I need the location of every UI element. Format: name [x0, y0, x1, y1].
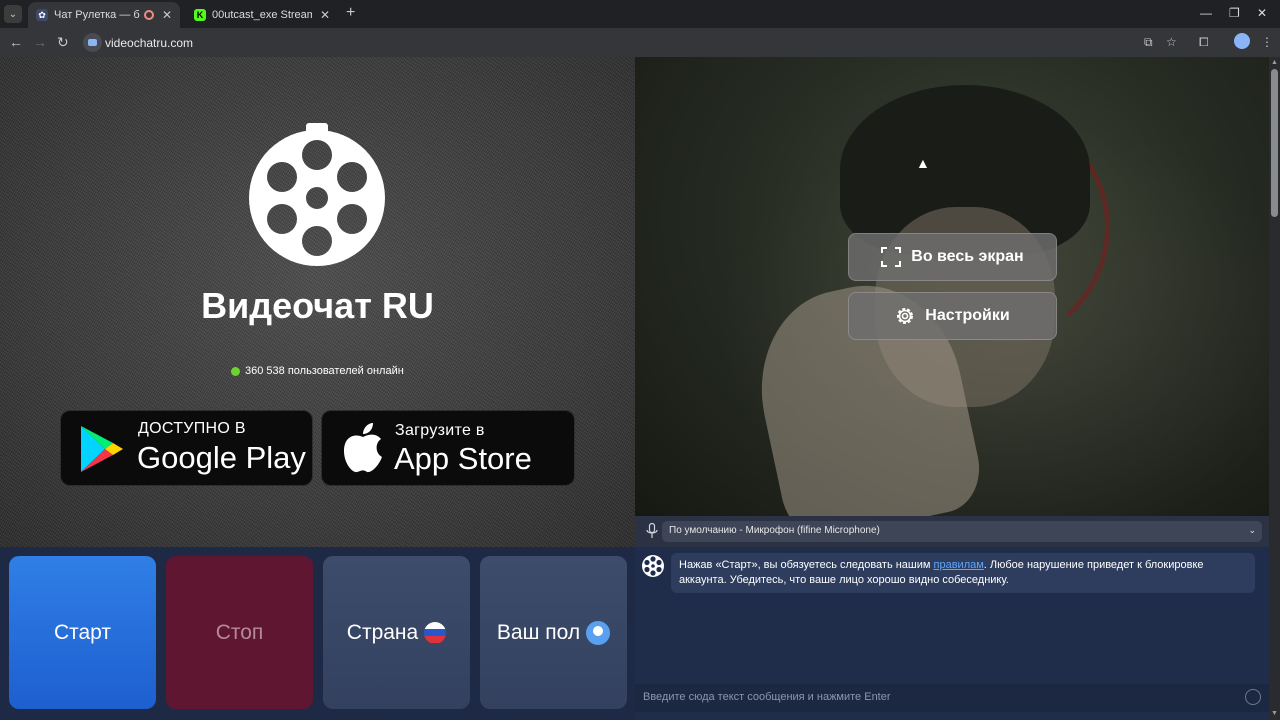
gear-icon	[897, 308, 914, 324]
install-app-icon[interactable]: ⧉	[1144, 35, 1153, 49]
recording-icon	[143, 10, 154, 20]
page-scrollbar[interactable]: ▲ ▼	[1269, 57, 1280, 720]
forward-icon[interactable]: →	[33, 34, 47, 50]
reload-icon[interactable]: ↻	[57, 34, 69, 50]
videochat-logo-icon	[249, 123, 385, 266]
rules-link[interactable]: правилам	[934, 559, 984, 571]
apple-icon	[344, 423, 382, 473]
message-text: Нажав «Старт», вы обязуетесь следовать н…	[679, 559, 934, 571]
profile-avatar[interactable]	[1234, 33, 1250, 49]
scroll-down-icon[interactable]: ▼	[1271, 710, 1278, 717]
gender-icon	[586, 620, 611, 645]
url-text: videochatru.com	[105, 36, 194, 50]
microphone-bar: По умолчанию - Микрофон (fifine Micropho…	[635, 516, 1269, 547]
chat-panel: Нажав «Старт», вы обязуетесь следовать н…	[635, 547, 1269, 720]
close-window-icon[interactable]: ✕	[1257, 6, 1267, 20]
scroll-up-icon[interactable]: ▲	[1271, 59, 1278, 66]
browser-toolbar: ← → ↻ videochatru.com ⧉ ☆ ⧠ ⋮	[0, 28, 1280, 57]
chat-input-placeholder: Введите сюда текст сообщения и нажмите E…	[643, 691, 891, 703]
google-play-main-text: Google Play	[137, 440, 306, 475]
address-bar[interactable]: videochatru.com	[80, 30, 1130, 55]
mouse-cursor-icon: ▲	[916, 155, 930, 171]
online-status-dot	[231, 366, 240, 376]
brand-title: Видеочат RU	[201, 285, 434, 326]
app-store-button[interactable]: Загрузите в App Store	[321, 410, 575, 486]
emoji-icon[interactable]	[1245, 689, 1261, 705]
fullscreen-button[interactable]: Во весь экран	[848, 233, 1057, 281]
tab-videochat[interactable]: ✿ Чат Рулетка — бесплатный ✕	[28, 2, 180, 28]
stop-button[interactable]: Стоп	[166, 556, 313, 709]
settings-button[interactable]: Настройки	[848, 292, 1057, 340]
russia-flag-icon	[424, 621, 447, 644]
kick-favicon-icon: K	[194, 9, 206, 21]
gender-label: Ваш пол	[496, 620, 581, 644]
google-play-top-text: ДОСТУПНО В	[138, 420, 246, 437]
settings-label: Настройки	[925, 307, 1010, 324]
page: Видеочат RU 360 538 пользователей онлайн…	[0, 57, 1280, 720]
close-tab-icon[interactable]: ✕	[162, 8, 172, 22]
chat-message-input[interactable]: Введите сюда текст сообщения и нажмите E…	[635, 684, 1269, 712]
online-count-text: 360 538 пользователей онлайн	[245, 365, 404, 377]
app-store-main-text: App Store	[394, 441, 532, 476]
gender-button[interactable]: Ваш пол	[480, 556, 627, 709]
microphone-select[interactable]: По умолчанию - Микрофон (fifine Micropho…	[662, 521, 1262, 542]
back-icon[interactable]: ←	[9, 34, 23, 50]
tab-title: Чат Рулетка — бесплатный	[54, 9, 140, 21]
partner-video-placeholder: Видеочат RU 360 538 пользователей онлайн…	[0, 57, 635, 547]
fullscreen-icon	[881, 247, 902, 267]
self-camera-view: ▲ Во весь экран Настройки	[635, 57, 1269, 516]
google-play-icon	[81, 426, 123, 472]
google-play-button[interactable]: ДОСТУПНО В Google Play	[60, 410, 313, 486]
start-button[interactable]: Старт	[9, 556, 156, 709]
restore-icon[interactable]: ❐	[1229, 6, 1240, 20]
microphone-selected-text: По умолчанию - Микрофон (fifine Micropho…	[669, 525, 880, 536]
scrollbar-thumb[interactable]	[1271, 69, 1278, 217]
start-label: Старт	[53, 620, 112, 644]
bookmark-star-icon[interactable]: ☆	[1166, 35, 1177, 49]
tab-strip: ⌄ ✿ Чат Рулетка — бесплатный ✕ K 00utcas…	[0, 0, 1280, 28]
videochat-favicon-icon: ✿	[36, 9, 48, 21]
videochat-logo-icon	[642, 555, 664, 577]
country-button[interactable]: Страна	[323, 556, 470, 709]
menu-kebab-icon[interactable]: ⋮	[1261, 35, 1273, 49]
tab-title: 00utcast_exe Stream - Watch Live	[212, 9, 312, 21]
country-label: Страна	[346, 620, 419, 644]
close-tab-icon[interactable]: ✕	[320, 8, 330, 22]
minimize-icon[interactable]: —	[1200, 6, 1212, 20]
new-tab-button[interactable]: +	[346, 5, 355, 21]
tab-search-icon[interactable]: ⌄	[4, 5, 22, 23]
fullscreen-label: Во весь экран	[911, 248, 1024, 265]
microphone-icon	[646, 523, 658, 538]
stop-label: Стоп	[215, 620, 264, 644]
site-info-icon[interactable]	[83, 33, 102, 52]
online-counter: 360 538 пользователей онлайн	[231, 365, 404, 377]
chevron-down-icon: ⌄	[1248, 525, 1256, 535]
app-store-top-text: Загрузите в	[395, 422, 485, 439]
tab-stream[interactable]: K 00utcast_exe Stream - Watch Live ✕	[186, 2, 342, 28]
system-message: Нажав «Старт», вы обязуетесь следовать н…	[671, 553, 1255, 593]
extensions-icon[interactable]: ⧠	[1199, 35, 1209, 49]
